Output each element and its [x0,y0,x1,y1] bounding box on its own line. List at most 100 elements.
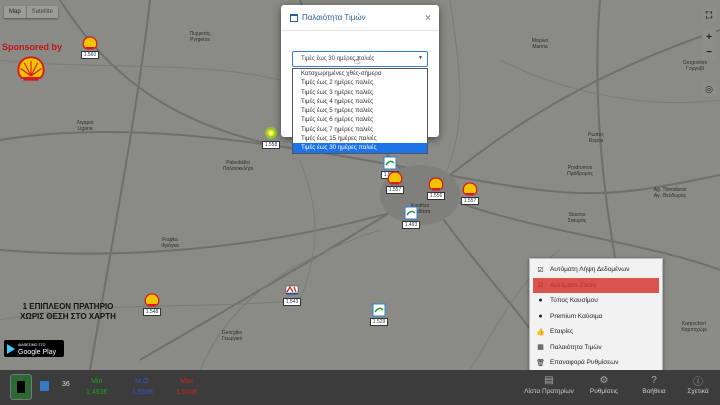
avg-label: M.O. [135,378,151,385]
menu-item[interactable]: ☑ Αυτόματο Zoom [533,277,659,293]
station-marker-bp[interactable]: 1.558 [262,126,280,149]
town-label: Ag. Theodoros Αγ. Θεόδωρος [653,187,687,199]
station-marker-shell[interactable]: 1.560 [81,36,99,59]
gear-icon: ⚙ [599,375,609,386]
station-price: 1.493 [402,221,420,229]
dropdown-option[interactable]: Τιμές έως 30 ημέρες παλιές [293,143,427,153]
promo-banner: 1 ΕΠΙΠΛΕΟΝ ΠΡΑΤΗΡΙΟ ΧΩΡΙΣ ΘΕΣΗ ΣΤΟ ΧΑΡΤΗ [8,302,128,322]
map-type-control[interactable]: Map Satellite [4,6,59,18]
avg-value: 1.556€ [132,389,154,396]
shell-logo-icon[interactable] [16,55,46,82]
dropdown-option[interactable]: Τιμές έως 3 ημέρες παλιές [293,88,427,97]
station-marker-shell[interactable]: 1.556 [427,177,445,200]
checkbox-icon: ☑ [537,266,544,274]
drop-icon: ● [538,312,543,320]
trash-icon: 🗑 [536,359,545,367]
settings-menu: ☑ Αυτόματη Λήψη Δεδομένων ☑ Αυτόματο Zoom ● Τ… [529,258,663,375]
station-marker-shell[interactable]: 1.548 [143,293,161,316]
nav-station-list[interactable]: ▤ Λίστα Πρατηρίων [514,375,584,395]
modal-title: Παλαιότητα Τιμών [302,13,366,22]
town-label: Gorgovites Γοργοβί [682,60,708,72]
dropdown-option[interactable]: Τιμές έως 2 ημέρες παλιές [293,78,427,87]
shell-logo-icon [144,293,160,307]
max-label: Max [180,378,194,385]
dropdown-option[interactable]: Τιμές έως 7 ημέρες παλιές [293,125,427,134]
station-price: 1.529 [370,318,388,326]
zoom-out-button[interactable]: − [702,45,716,59]
modal-header: Παλαιότητα Τιμών [281,5,439,31]
avin-logo-icon [284,283,300,297]
map-type-map[interactable]: Map [4,6,26,18]
station-marker-avin[interactable]: 1.543 [283,283,301,306]
google-play-badge[interactable]: ΔΙΑΘΕΣΙΜΟ ΣΤΟ Google Play [3,339,65,358]
select-value: Τιμές έως 30 ημέρες παλιές [301,56,375,62]
menu-item-label: Παλαιότητα Τιμών [550,343,602,351]
shell-logo-icon [428,177,444,191]
nav-about[interactable]: ⓘ Σχετικά [680,375,716,395]
drop-icon: ● [538,297,543,305]
station-marker-eko[interactable]: 1.529 [370,303,388,326]
avg-price: M.O. 1.556€ [132,376,153,398]
town-label: Πυργετός Pyrgetos [189,31,211,43]
fuel-pump-icon[interactable] [10,374,32,400]
station-price: 1.557 [461,197,479,205]
nav-help[interactable]: ? Βοήθεια [636,375,672,395]
town-label: Karditsa Καρδίτσα [409,203,431,215]
station-marker-shell[interactable]: 1.557 [461,182,479,205]
station-count-icon [40,381,49,391]
nav-settings-label: Ρυθμίσεις [589,388,619,395]
dropdown-option[interactable]: Τιμές έως 15 ημέρες παλιές [293,134,427,143]
menu-item[interactable]: ▦ Παλαιότητα Τιμών [530,340,662,356]
menu-item-label: Αυτόματο Zoom [550,281,597,289]
eko-logo-icon [403,206,419,220]
menu-item-label: Αυτόματη Λήψη Δεδομένων [550,266,630,274]
station-price: 1.556 [427,192,445,200]
town-label: Λιγαριά Ligaria [76,120,94,132]
station-price: 1.560 [81,51,99,59]
promo-line1: 1 ΕΠΙΠΛΕΟΝ ΠΡΑΤΗΡΙΟ [22,302,114,311]
dropdown-option[interactable]: Τιμές έως 5 ημέρες παλιές [293,106,427,115]
chevron-down-icon: ▼ [418,55,423,61]
help-icon: ? [651,375,657,386]
shell-logo-icon [82,36,98,50]
town-label: Fragka Φράγκα [161,237,179,249]
station-marker-shell[interactable]: 1.557 [386,171,404,194]
sponsor-label: Sponsored by [2,42,63,52]
zoom-in-button[interactable]: + [702,30,716,44]
price-age-dropdown[interactable]: Καταχωρημένες χθές-σήμερα Τιμές έως 2 ημέ… [292,68,428,154]
calendar-icon [290,13,298,22]
menu-item[interactable]: ● Τύπος Καυσίμου [530,293,662,309]
map-type-satellite[interactable]: Satellite [25,6,58,18]
thumb-icon: 👍 [536,328,545,336]
menu-item-label: Επαναφορά Ρυθμίσεων [550,359,619,367]
nav-settings[interactable]: ⚙ Ρυθμίσεις [582,375,626,395]
bp-logo-icon [263,126,279,140]
town-label: Prodromos Πρόδρομος [567,165,593,177]
station-marker-eko[interactable]: 1.493 [402,206,420,229]
nav-about-label: Σχετικά [687,388,709,395]
mouse-cursor-icon: ☝ [354,56,361,67]
dropdown-option[interactable]: Καταχωρημένες χθές-σήμερα [293,69,427,78]
close-icon[interactable]: × [425,13,431,24]
gplay-big: Google Play [18,348,57,356]
town-label: Stavros Σταυρός [567,212,587,224]
locate-icon[interactable]: ◎ [702,82,716,96]
town-label: Karpochori Καρποχώρι [681,321,707,333]
list-icon: ▤ [544,375,554,386]
eko-logo-icon [382,156,398,170]
checkbox-icon: ☑ [537,282,544,290]
max-value: 1.640€ [176,389,198,396]
nav-help-label: Βοήθεια [642,388,666,395]
fullscreen-icon[interactable]: ⛶ [702,8,716,22]
dropdown-option[interactable]: Τιμές έως 6 ημέρες παλιές [293,115,427,124]
shell-logo-icon [462,182,478,196]
shell-logo-icon [387,171,403,185]
min-price: Min 1.493€ [86,376,107,398]
menu-item[interactable]: 🗑 Επαναφορά Ρυθμίσεων [530,355,662,371]
menu-item[interactable]: ● Premium Καύσιμα [530,309,662,325]
menu-item[interactable]: 👍 Εταιρίες [530,324,662,340]
menu-item[interactable]: ☑ Αυτόματη Λήψη Δεδομένων [530,262,662,278]
town-label: Ρωπος Ropos [588,132,604,144]
play-store-icon [7,343,15,354]
dropdown-option[interactable]: Τιμές έως 4 ημέρες παλιές [293,97,427,106]
